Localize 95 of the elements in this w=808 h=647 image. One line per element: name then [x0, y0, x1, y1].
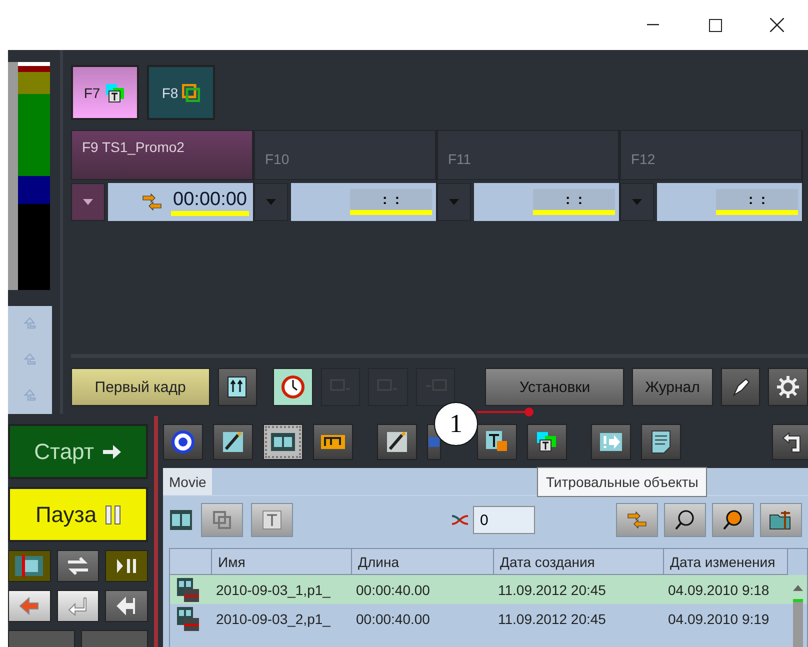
back-arrow-icon	[18, 596, 40, 616]
caret-icon	[632, 199, 642, 205]
table-cell-text: 04.09.2010 9:19	[667, 610, 770, 629]
toolbar-button[interactable]	[263, 424, 303, 460]
caret-icon	[83, 199, 93, 205]
table-cell-text: 2010-09-03_1,p1_	[215, 581, 332, 600]
timecode-field[interactable]: : :	[474, 183, 619, 221]
layers-icon	[213, 511, 231, 529]
pause-icon	[104, 504, 121, 524]
close-icon[interactable]	[770, 18, 784, 32]
timecode-field[interactable]: 00:00:00	[108, 183, 253, 221]
column-header[interactable]: Имя	[212, 549, 352, 575]
caret-icon	[266, 199, 276, 205]
toolbar-button[interactable]	[477, 424, 517, 460]
movie-tab[interactable]: Movie	[163, 468, 212, 495]
sync-arrows-icon	[141, 193, 164, 211]
pause-button[interactable]: Пауза	[8, 487, 148, 542]
return-button[interactable]	[56, 590, 100, 622]
toolbar-button[interactable]	[163, 424, 203, 460]
icon-button[interactable]	[273, 368, 313, 406]
tooltip: Титровальные объекты	[537, 467, 708, 497]
leader-line	[477, 407, 535, 417]
music-icon	[320, 432, 346, 452]
toolbar-button[interactable]	[527, 424, 567, 460]
toolbar-button[interactable]	[213, 424, 253, 460]
registered-icon	[171, 430, 195, 454]
folder-icon	[769, 509, 793, 531]
film-cut-button[interactable]	[8, 550, 51, 582]
table-cell-text: 00:00:40.00	[355, 610, 431, 629]
log-button[interactable]: Журнал	[632, 368, 713, 406]
table-cell-text: 11.09.2012 20:45	[497, 610, 607, 629]
document-icon	[651, 430, 671, 454]
pen-button[interactable]	[720, 368, 760, 406]
settings-icon	[776, 375, 800, 399]
loop-arrows-icon	[66, 556, 90, 576]
settings-icon-button[interactable]	[768, 368, 808, 406]
settings-button[interactable]: Установки	[485, 368, 624, 406]
timecode-field[interactable]: : :	[291, 183, 436, 221]
toolbar-button[interactable]	[313, 424, 353, 460]
title-icon	[485, 430, 509, 454]
caret-icon	[449, 199, 459, 205]
counter-field[interactable]: 0	[473, 506, 535, 534]
table-cell-text: 00:00:40.00	[355, 581, 431, 600]
timecode-field[interactable]: : :	[657, 183, 802, 221]
titles-icon	[104, 82, 126, 104]
text-button[interactable]	[251, 503, 293, 537]
table-row[interactable]: 2010-09-03_1,p1_ 00:00:40.00 11.09.2012 20:45 04.09.2010 9:18	[170, 575, 807, 604]
table-cell-text: 11.09.2012 20:45	[497, 581, 607, 600]
column-header[interactable]: Длина	[352, 549, 494, 575]
column-header[interactable]: Дата изменения	[664, 549, 788, 575]
table-cell-text: 2010-09-03_2,p1_	[215, 610, 332, 629]
brush-icon	[222, 431, 244, 453]
channel-header[interactable]: F9 TS1_Promo2	[71, 130, 253, 180]
movie-clip-icon	[176, 577, 200, 603]
search-button[interactable]	[664, 503, 706, 537]
scroll-up-icon	[793, 585, 803, 591]
toolbar-button[interactable]	[591, 424, 631, 460]
start-button[interactable]: Старт	[8, 424, 148, 479]
text-icon	[262, 510, 282, 530]
search-icon	[722, 509, 744, 531]
icon-button[interactable]	[218, 368, 258, 406]
layers-icon	[182, 84, 200, 102]
return-arrow-icon	[67, 596, 89, 616]
search-icon	[674, 509, 696, 531]
toolbar-button[interactable]	[772, 424, 808, 460]
titles-icon	[535, 430, 559, 454]
arrow-right-icon	[102, 442, 122, 460]
hotkey-button[interactable]: F8	[147, 65, 215, 120]
table-cell-text: 04.09.2010 9:18	[667, 581, 770, 600]
jump-back-icon	[116, 596, 138, 616]
play-pause-icon	[114, 557, 139, 575]
clock-icon	[281, 375, 306, 399]
sort-arrows-icon	[227, 376, 248, 398]
loop-button[interactable]	[56, 550, 100, 582]
toolbar-button[interactable]	[377, 424, 417, 460]
title-search-button[interactable]	[712, 503, 754, 537]
export-icon	[599, 432, 623, 452]
callout-number: 1	[434, 402, 478, 446]
jump-back-button[interactable]	[105, 590, 148, 622]
movie-clip-icon	[176, 606, 200, 632]
back-button[interactable]	[8, 590, 51, 622]
toolbar-button[interactable]	[641, 424, 681, 460]
shuffle-icon	[451, 513, 469, 527]
sync-arrows-icon	[626, 511, 648, 529]
maximize-icon[interactable]	[708, 18, 722, 32]
first-frame-button[interactable]: Первый кадр	[71, 368, 210, 406]
brush-icon	[386, 431, 408, 453]
play-pause-button[interactable]	[105, 550, 148, 582]
layers-button[interactable]	[201, 503, 243, 537]
folder-tools-button[interactable]	[760, 503, 802, 537]
column-header[interactable]: Дата создания	[494, 549, 664, 575]
hotkey-button[interactable]: F7	[71, 65, 139, 120]
sync-button[interactable]	[616, 503, 658, 537]
minimize-icon[interactable]	[647, 24, 659, 26]
dropdown-button[interactable]	[71, 183, 105, 221]
